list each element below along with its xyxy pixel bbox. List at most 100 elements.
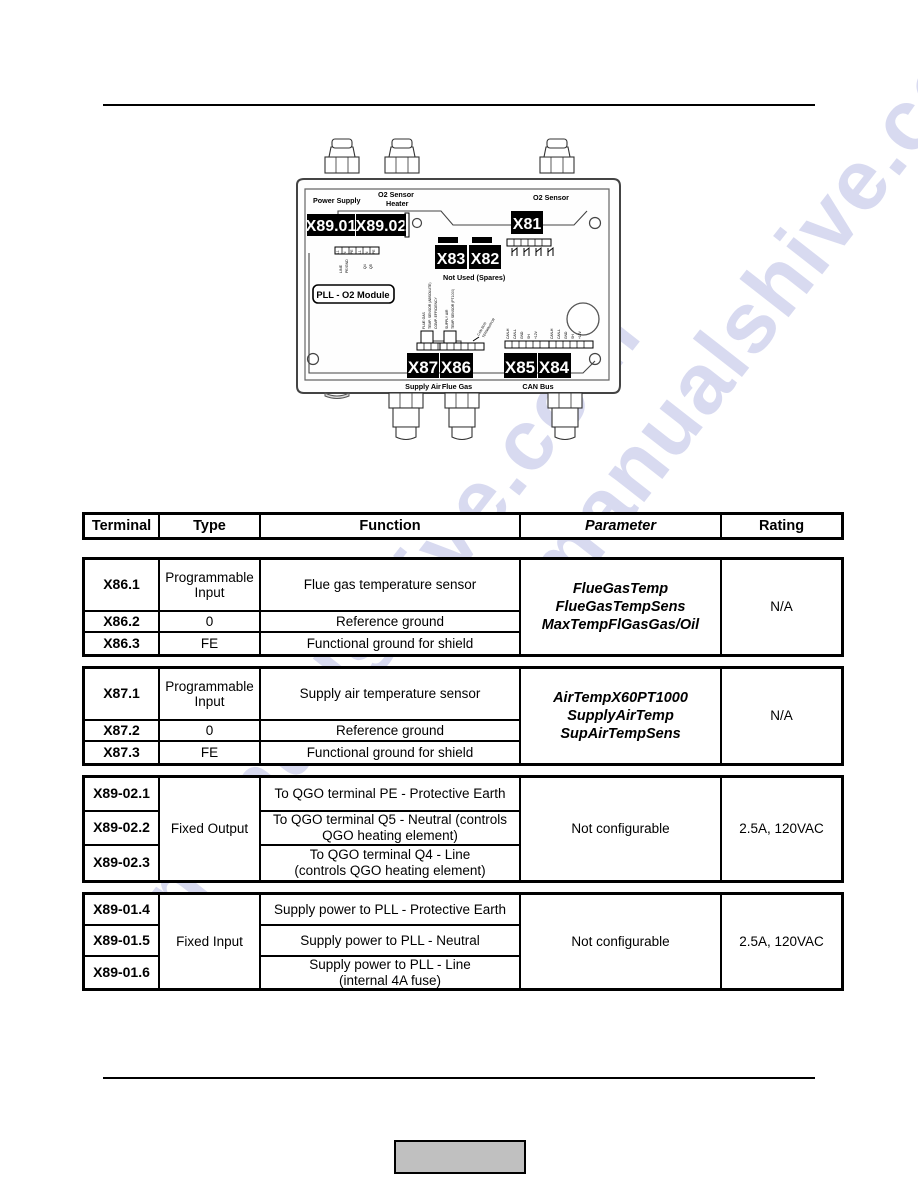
svg-text:L1: L1	[336, 250, 340, 254]
table-cell-function: Reference ground	[261, 612, 519, 633]
header-parameter: Parameter	[585, 517, 656, 534]
table-cell-type: Programmable Input	[160, 560, 259, 612]
parameter-line: MaxTempFlGasGas/Oil	[541, 617, 700, 634]
table-cell-function: Supply power to PLL - Neutral	[261, 926, 519, 957]
column-rating: N/A	[722, 669, 841, 763]
column-rating: N/A	[722, 560, 841, 654]
column-terminal: X89-02.1 X89-02.2 X89-02.3	[85, 778, 160, 880]
svg-text:X86: X86	[441, 358, 471, 377]
svg-text:Q5: Q5	[369, 264, 373, 269]
svg-text:Supply Air: Supply Air	[405, 382, 441, 391]
pll-o2-module-diagram: Power Supply O2 Sensor Heater O2 Sensor …	[283, 133, 639, 453]
svg-text:FLUE GAS: FLUE GAS	[422, 311, 426, 329]
svg-text:Not Used (Spares): Not Used (Spares)	[443, 273, 506, 282]
svg-text:X83: X83	[437, 251, 466, 268]
table-cell-function: Functional ground for shield	[306, 635, 474, 651]
terminal-spec-table: Terminal Type Function Parameter Rating …	[82, 512, 844, 991]
svg-text:X85: X85	[505, 358, 535, 377]
parameter-line: FlueGasTemp	[572, 580, 669, 597]
table-cell-parameter: Not configurable	[571, 821, 670, 837]
svg-text:X82: X82	[471, 251, 500, 268]
svg-text:CAN-L: CAN-L	[557, 329, 561, 339]
table-block-x87: X87.1 X87.2 X87.3 Programmable Input 0 F…	[82, 666, 844, 766]
column-terminal: Terminal	[85, 515, 160, 537]
table-cell-parameter: FlueGasTemp FlueGasTempSens MaxTempFlGas…	[521, 560, 720, 654]
parameter-line: AirTempX60PT1000	[553, 689, 688, 706]
table-cell-function: Flue gas temperature sensor	[261, 560, 519, 612]
column-rating: 2.5A, 120VAC	[722, 895, 841, 988]
table-cell-rating: N/A	[770, 599, 793, 615]
header-function: Function	[359, 517, 421, 534]
table-cell-type: 0	[160, 612, 259, 633]
table-cell-type: Programmable Input	[160, 669, 259, 721]
svg-text:GND: GND	[520, 331, 524, 339]
table-cell-function: Reference ground	[261, 721, 519, 742]
svg-text:Heater: Heater	[386, 199, 409, 208]
table-cell-parameter: Not configurable	[571, 933, 670, 949]
function-line: To QGO terminal Q5 - Neutral (controls	[272, 812, 508, 828]
svg-text:CAN-H: CAN-H	[506, 328, 510, 339]
function-line: To QGO terminal Q4 - Line	[309, 847, 471, 863]
table-cell-type: Fixed Output	[170, 821, 249, 837]
table-cell-terminal: X89-01.4	[85, 895, 158, 926]
footer-rule	[103, 1077, 815, 1079]
column-rating: Rating	[722, 515, 841, 537]
function-line: QGO heating element)	[322, 828, 458, 843]
footer-page-box	[394, 1140, 526, 1174]
svg-text:CAN-L: CAN-L	[513, 329, 517, 339]
table-cell-terminal: X86.3	[103, 634, 140, 651]
column-parameter: Parameter	[521, 515, 722, 537]
table-cell-terminal: X89-02.2	[85, 812, 158, 846]
svg-text:Power Supply: Power Supply	[313, 196, 361, 205]
header-terminal: Terminal	[91, 517, 152, 534]
table-cell-type: Fixed Input	[176, 933, 243, 949]
table-cell-terminal: X89-02.1	[85, 778, 158, 812]
svg-text:+12V: +12V	[534, 330, 538, 339]
header-rule	[103, 104, 815, 106]
table-cell-terminal: X89-01.6	[93, 963, 150, 980]
function-line: Supply power to PLL - Neutral	[300, 932, 480, 948]
table-cell-terminal: X86.1	[85, 560, 158, 612]
svg-text:SH: SH	[527, 334, 531, 339]
svg-text:PE: PE	[372, 249, 376, 254]
table-block-x86: X86.1 X86.2 X86.3 Programmable Input 0 F…	[82, 557, 844, 657]
svg-text:X87: X87	[408, 358, 438, 377]
svg-text:SH: SH	[571, 334, 575, 339]
column-parameter: FlueGasTemp FlueGasTempSens MaxTempFlGas…	[521, 560, 722, 654]
table-cell-terminal: X89-02.3	[93, 854, 150, 871]
table-block-x89-01: X89-01.4 X89-01.5 X89-01.6 Fixed Input S…	[82, 892, 844, 991]
table-cell-function: Supply power to PLL - Line (internal 4A …	[261, 957, 519, 988]
column-function: Supply air temperature sensor Reference …	[261, 669, 521, 763]
table-cell-function: To QGO terminal Q4 - Line (controls QGO …	[261, 846, 519, 880]
table-cell-terminal: X87.1	[85, 669, 158, 721]
svg-text:LINE: LINE	[339, 264, 343, 273]
column-terminal: X86.1 X86.2 X86.3	[85, 560, 160, 654]
table-cell-type: FE	[200, 744, 219, 760]
svg-text:GND: GND	[564, 331, 568, 339]
column-parameter: Not configurable	[521, 895, 722, 988]
svg-text:O2 Sensor: O2 Sensor	[533, 193, 569, 202]
column-terminal: X87.1 X87.2 X87.3	[85, 669, 160, 763]
parameter-line: FlueGasTempSens	[555, 598, 686, 615]
table-cell-terminal: X87.3	[103, 743, 140, 760]
svg-text:SUPPLY AIR: SUPPLY AIR	[445, 309, 449, 329]
svg-text:PE/GND: PE/GND	[345, 259, 349, 273]
svg-text:+12V: +12V	[578, 330, 582, 339]
column-type: Programmable Input 0 FE	[160, 560, 261, 654]
svg-text:PLL - O2 Module: PLL - O2 Module	[316, 290, 389, 300]
function-line: Supply power to PLL - Line	[309, 956, 471, 972]
svg-text:TEMP. SENSOR (ABSOLUTE): TEMP. SENSOR (ABSOLUTE)	[428, 283, 432, 329]
svg-text:Flue Gas: Flue Gas	[442, 382, 472, 391]
svg-text:TEMP. SENSOR (PT1000): TEMP. SENSOR (PT1000)	[451, 289, 455, 329]
header-type: Type	[193, 517, 226, 534]
parameter-line: SupplyAirTemp	[567, 707, 674, 724]
column-type: Fixed Output	[160, 778, 261, 880]
table-cell-type: 0	[160, 721, 259, 742]
table-cell-terminal: X87.2	[85, 721, 158, 742]
svg-text:CAN-H: CAN-H	[550, 328, 554, 339]
header-rating: Rating	[758, 517, 805, 534]
table-cell-parameter: AirTempX60PT1000 SupplyAirTemp SupAirTem…	[521, 669, 720, 763]
table-cell-function: Supply power to PLL - Protective Earth	[261, 895, 519, 926]
svg-text:Q4: Q4	[363, 264, 367, 269]
function-line: (internal 4A fuse)	[338, 972, 442, 988]
